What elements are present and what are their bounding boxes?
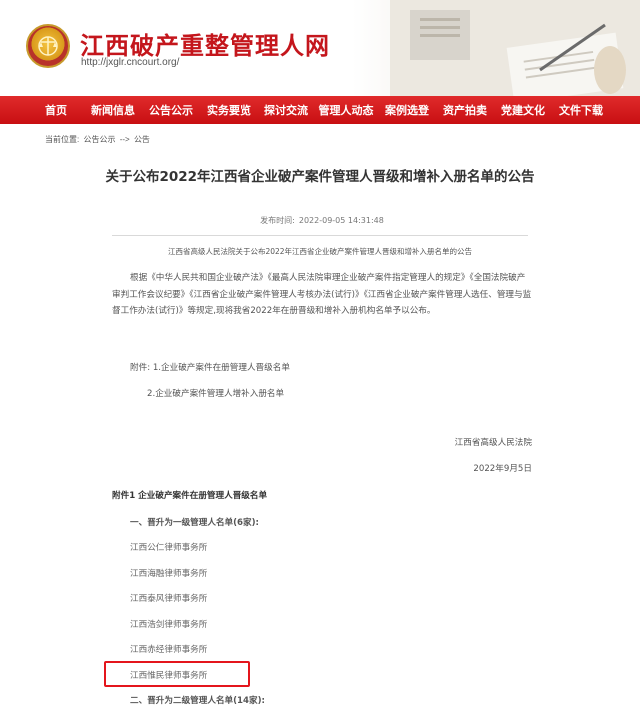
article-title: 关于公布2022年江西省企业破产案件管理人晋级和增补入册名单的公告	[105, 169, 535, 185]
list-item: 江西公仁律师事务所	[130, 543, 208, 553]
breadcrumb-label: 当前位置:	[45, 135, 80, 144]
site-url[interactable]: http://jxglr.cncourt.org/	[81, 57, 179, 68]
nav-practice[interactable]: 实务要览	[200, 102, 258, 118]
nav-notices[interactable]: 公告公示	[142, 102, 200, 118]
highlight-box	[104, 661, 250, 687]
attachment-section-heading: 附件1 企业破产案件在册管理人晋级名单	[112, 491, 268, 501]
signer: 江西省高级人民法院	[454, 438, 532, 448]
main-nav: 首页 新闻信息 公告公示 实务要览 探讨交流 管理人动态 案例选登 资产拍卖 党…	[0, 96, 640, 124]
article-paragraph: 根据《中华人民共和国企业破产法》《最高人民法院审理企业破产案件指定管理人的规定》…	[112, 273, 532, 317]
attachment-1-link[interactable]: 附件: 1.企业破产案件在册管理人晋级名单	[130, 360, 550, 377]
nav-party-culture[interactable]: 党建文化	[494, 102, 552, 118]
nav-home[interactable]: 首页	[28, 102, 84, 118]
breadcrumb-announcement[interactable]: 公告	[134, 135, 150, 144]
title-divider	[112, 235, 528, 236]
level2-list-heading: 二、晋升为二级管理人名单(14家):	[130, 696, 265, 706]
list-item: 江西赤经律师事务所	[130, 645, 208, 655]
site-title[interactable]: 江西破产重整管理人网	[80, 26, 330, 61]
nav-cases[interactable]: 案例选登	[378, 102, 436, 118]
breadcrumb: 当前位置: 公告公示 --> 公告	[45, 134, 152, 145]
list-item: 江西泰风律师事务所	[130, 594, 208, 604]
publish-time-label: 发布时间:	[260, 216, 295, 225]
nav-asset-auction[interactable]: 资产拍卖	[436, 102, 494, 118]
nav-discussion[interactable]: 探讨交流	[258, 102, 314, 118]
nav-administrator-news[interactable]: 管理人动态	[314, 102, 378, 118]
nav-news[interactable]: 新闻信息	[84, 102, 142, 118]
breadcrumb-separator: -->	[119, 135, 130, 144]
article-summary: 江西省高级人民法院关于公布2022年江西省企业破产案件管理人晋级和增补入册名单的…	[167, 247, 473, 256]
header-decoration-image	[390, 0, 640, 96]
level1-list-heading: 一、晋升为一级管理人名单(6家):	[130, 518, 259, 528]
court-emblem-icon	[26, 24, 70, 68]
site-header: 江西破产重整管理人网 http://jxglr.cncourt.org/	[0, 0, 640, 96]
breadcrumb-notices[interactable]: 公告公示	[83, 135, 115, 144]
list-item: 江西浩剑律师事务所	[130, 620, 208, 630]
publish-time: 发布时间: 2022-09-05 14:31:48	[0, 215, 640, 226]
publish-time-value: 2022-09-05 14:31:48	[298, 216, 384, 225]
sign-date: 2022年9月5日	[473, 464, 532, 474]
nav-downloads[interactable]: 文件下载	[552, 102, 610, 118]
list-item: 江西海融律师事务所	[130, 569, 208, 579]
attachment-2-link[interactable]: 2.企业破产案件管理人增补入册名单	[147, 386, 567, 403]
